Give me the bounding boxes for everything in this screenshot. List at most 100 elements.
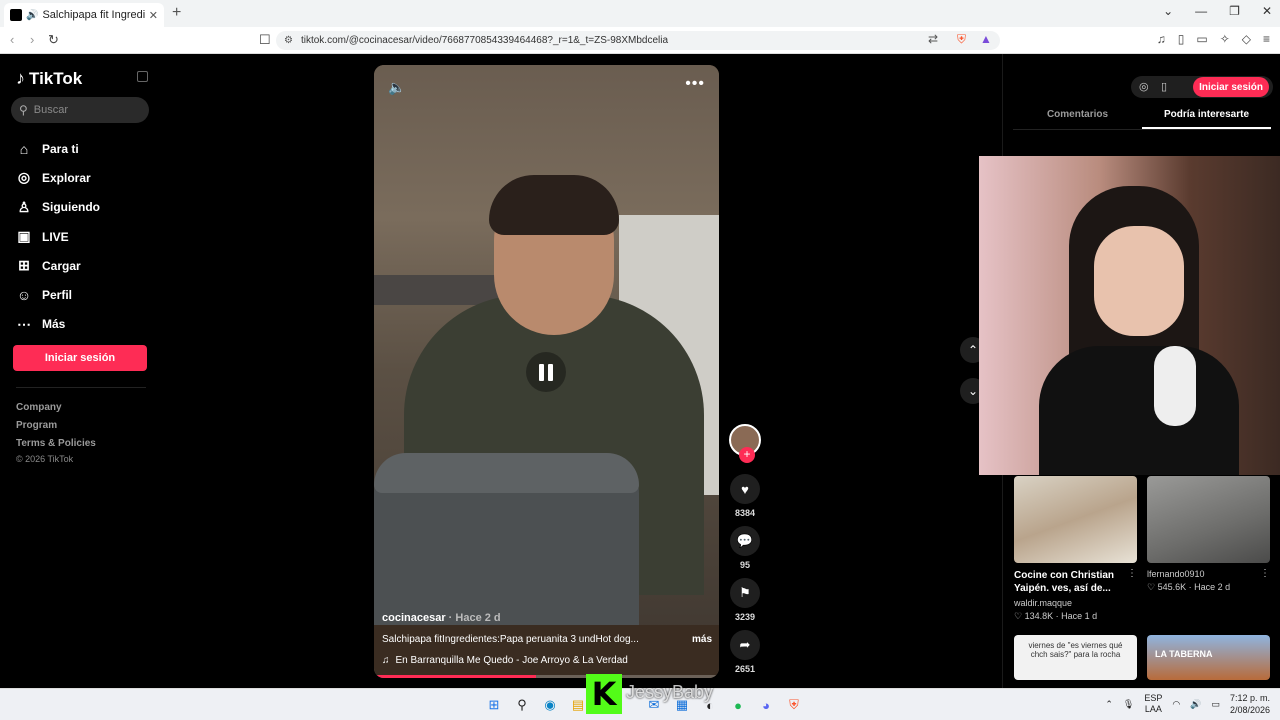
footer-link-company[interactable]: Company bbox=[16, 399, 96, 417]
system-tray: ⌃ 🎙 ESP LAA ◠ 🔊 ▭ 7:12 p. m. 2/08/2026 bbox=[1105, 692, 1270, 716]
volume-icon[interactable]: 🔊 bbox=[1190, 699, 1201, 710]
login-button[interactable]: Iniciar sesión bbox=[13, 345, 147, 371]
nav-item-para-ti[interactable]: ⌂ Para ti bbox=[16, 134, 156, 163]
tab-podria-interesarte[interactable]: Podría interesarte bbox=[1142, 106, 1271, 129]
close-tab-icon[interactable]: ✕ bbox=[149, 9, 158, 22]
brave-shield-icon[interactable]: ⛨ bbox=[957, 32, 966, 47]
site-info-icon[interactable]: ⚙ bbox=[284, 35, 293, 46]
card-more-icon[interactable]: ⋮ bbox=[1127, 568, 1137, 579]
comment-button[interactable]: 💬 bbox=[730, 526, 760, 556]
bookmark-icon[interactable]: ☐ bbox=[259, 32, 271, 48]
tiktok-logo[interactable]: ♪ TikTok bbox=[16, 68, 82, 89]
maximize-icon[interactable]: ❐ bbox=[1229, 4, 1240, 18]
clock[interactable]: 7:12 p. m. 2/08/2026 bbox=[1230, 692, 1270, 716]
follow-plus-icon[interactable]: + bbox=[739, 447, 755, 463]
footer-link-program[interactable]: Program bbox=[16, 417, 96, 435]
nav-item-explorar[interactable]: ◎ Explorar bbox=[16, 163, 156, 192]
share-button[interactable]: ➦ bbox=[730, 630, 760, 660]
card-user[interactable]: waldir.maqque bbox=[1014, 598, 1137, 608]
video-time: · Hace 2 d bbox=[448, 612, 501, 624]
like-count: 8384 bbox=[734, 508, 756, 518]
windows-start-icon[interactable]: ⊞ bbox=[484, 695, 504, 715]
nav-item-mas[interactable]: ⋯ Más bbox=[16, 310, 156, 339]
card-more-icon[interactable]: ⋮ bbox=[1260, 568, 1270, 579]
compass-icon[interactable]: ◎ bbox=[1139, 80, 1149, 93]
video-progress-bar[interactable] bbox=[374, 675, 719, 678]
collapse-sidebar-icon[interactable] bbox=[137, 71, 148, 82]
pause-icon bbox=[539, 363, 544, 381]
video-author[interactable]: cocinacesar bbox=[382, 612, 446, 624]
card-stats: ♡ 134.8K · Hace 1 d bbox=[1014, 611, 1098, 621]
media-icon[interactable]: ♫ bbox=[1157, 32, 1166, 46]
video-card[interactable]: ⋮ Cocine con Christian Yaipén. ves, así … bbox=[1014, 476, 1137, 622]
battery-icon[interactable]: ▭ bbox=[1211, 699, 1220, 710]
address-bar: ‹ › ↻ ☐ ⚙ tiktok.com/@cocinacesar/video/… bbox=[0, 27, 1280, 54]
bookmark-icon: ⚑ bbox=[739, 585, 751, 600]
wifi-icon[interactable]: ◠ bbox=[1172, 699, 1180, 710]
audio-playing-icon[interactable]: 🔊 bbox=[26, 10, 38, 21]
phone-icon[interactable]: ▯ bbox=[1161, 80, 1167, 93]
reload-icon[interactable]: ↻ bbox=[48, 32, 59, 48]
compass-icon: ◎ bbox=[17, 169, 31, 186]
nav-label: Perfil bbox=[42, 288, 73, 303]
language-indicator[interactable]: ESP LAA bbox=[1144, 693, 1162, 715]
panel-tabs: Comentarios Podría interesarte bbox=[1013, 106, 1271, 130]
back-icon[interactable]: ‹ bbox=[10, 32, 14, 47]
logo-text: TikTok bbox=[29, 68, 83, 88]
spotify-icon[interactable]: ● bbox=[728, 695, 748, 715]
sidebar-toggle-icon[interactable]: ▯ bbox=[1178, 32, 1185, 46]
video-thumbnail[interactable] bbox=[1147, 476, 1270, 563]
browser-tab[interactable]: 🔊 Salchipapa fit Ingredientes:P ✕ bbox=[4, 3, 164, 27]
volume-icon[interactable]: 🔈 bbox=[388, 79, 405, 96]
video-card[interactable]: ⋮ lfernando0910 ♡ 545.6K · Hace 2 d bbox=[1147, 476, 1270, 593]
search-icon[interactable]: ⚲ bbox=[512, 695, 532, 715]
video-thumbnail[interactable] bbox=[1014, 476, 1137, 563]
url-field[interactable]: ⚙ tiktok.com/@cocinacesar/video/76687708… bbox=[276, 31, 1000, 50]
video-player[interactable]: 🔈 ••• cocinacesar · Hace 2 d Salchipapa … bbox=[374, 65, 719, 678]
nav-item-live[interactable]: ▣ LIVE bbox=[16, 222, 156, 251]
video-thumbnail[interactable]: viernes de "es viernes qué chch sais?" p… bbox=[1014, 635, 1137, 680]
search-bar[interactable]: ⚲ bbox=[11, 97, 149, 123]
upload-icon: ⊞ bbox=[18, 257, 30, 274]
brave-icon[interactable]: ⛨ bbox=[784, 695, 804, 715]
video-card[interactable]: viernes de "es viernes qué chch sais?" p… bbox=[1014, 635, 1137, 680]
new-tab-button[interactable]: + bbox=[172, 4, 181, 22]
save-button[interactable]: ⚑ bbox=[730, 578, 760, 608]
video-music[interactable]: ♫ En Barranquilla Me Quedo - Joe Arroyo … bbox=[382, 655, 712, 666]
wallet-icon[interactable]: ▭ bbox=[1196, 32, 1207, 46]
tab-search-icon[interactable]: ⌄ bbox=[1163, 4, 1173, 18]
vpn-icon[interactable]: ◇ bbox=[1242, 32, 1251, 46]
more-link[interactable]: más bbox=[692, 634, 712, 645]
footer-link-terms[interactable]: Terms & Policies bbox=[16, 435, 96, 453]
nav-item-perfil[interactable]: ☺ Perfil bbox=[16, 280, 156, 309]
more-icon: ⋯ bbox=[17, 315, 31, 332]
search-input[interactable] bbox=[33, 104, 134, 116]
tab-title: Salchipapa fit Ingredientes:P bbox=[42, 9, 145, 21]
card-user[interactable]: lfernando0910 bbox=[1147, 569, 1270, 579]
microphone-icon[interactable]: 🎙 bbox=[1123, 699, 1134, 710]
nav-label: LIVE bbox=[42, 229, 69, 244]
forward-icon[interactable]: › bbox=[30, 32, 34, 47]
close-window-icon[interactable]: ✕ bbox=[1262, 4, 1272, 18]
translate-icon[interactable]: ⇄ bbox=[928, 32, 938, 46]
video-card[interactable]: LA TABERNA bbox=[1147, 635, 1270, 680]
leo-ai-icon[interactable]: ✧ bbox=[1220, 32, 1230, 46]
login-button-top[interactable]: Iniciar sesión bbox=[1193, 77, 1269, 97]
menu-icon[interactable]: ≡ bbox=[1263, 32, 1270, 46]
browser-toolbar: ♫ ▯ ▭ ✧ ◇ ≡ bbox=[1157, 32, 1270, 46]
brave-rewards-icon[interactable]: ▲ bbox=[980, 32, 992, 46]
more-options-icon[interactable]: ••• bbox=[685, 75, 705, 93]
pause-button[interactable] bbox=[526, 352, 566, 392]
like-button[interactable]: ♥ bbox=[730, 474, 760, 504]
edge-icon[interactable]: ◉ bbox=[540, 695, 560, 715]
nav-item-siguiendo[interactable]: ♙ Siguiendo bbox=[16, 193, 156, 222]
webcam-frame-detail bbox=[1094, 226, 1184, 336]
tab-comentarios[interactable]: Comentarios bbox=[1013, 106, 1142, 129]
discord-icon[interactable]: ◕ bbox=[756, 695, 776, 715]
minimize-icon[interactable]: — bbox=[1195, 4, 1207, 18]
nav-item-cargar[interactable]: ⊞ Cargar bbox=[16, 251, 156, 280]
tray-chevron-icon[interactable]: ⌃ bbox=[1105, 699, 1113, 710]
author-avatar[interactable]: + bbox=[729, 424, 761, 463]
explorer-icon[interactable]: ▤ bbox=[568, 695, 588, 715]
video-thumbnail[interactable]: LA TABERNA bbox=[1147, 635, 1270, 680]
